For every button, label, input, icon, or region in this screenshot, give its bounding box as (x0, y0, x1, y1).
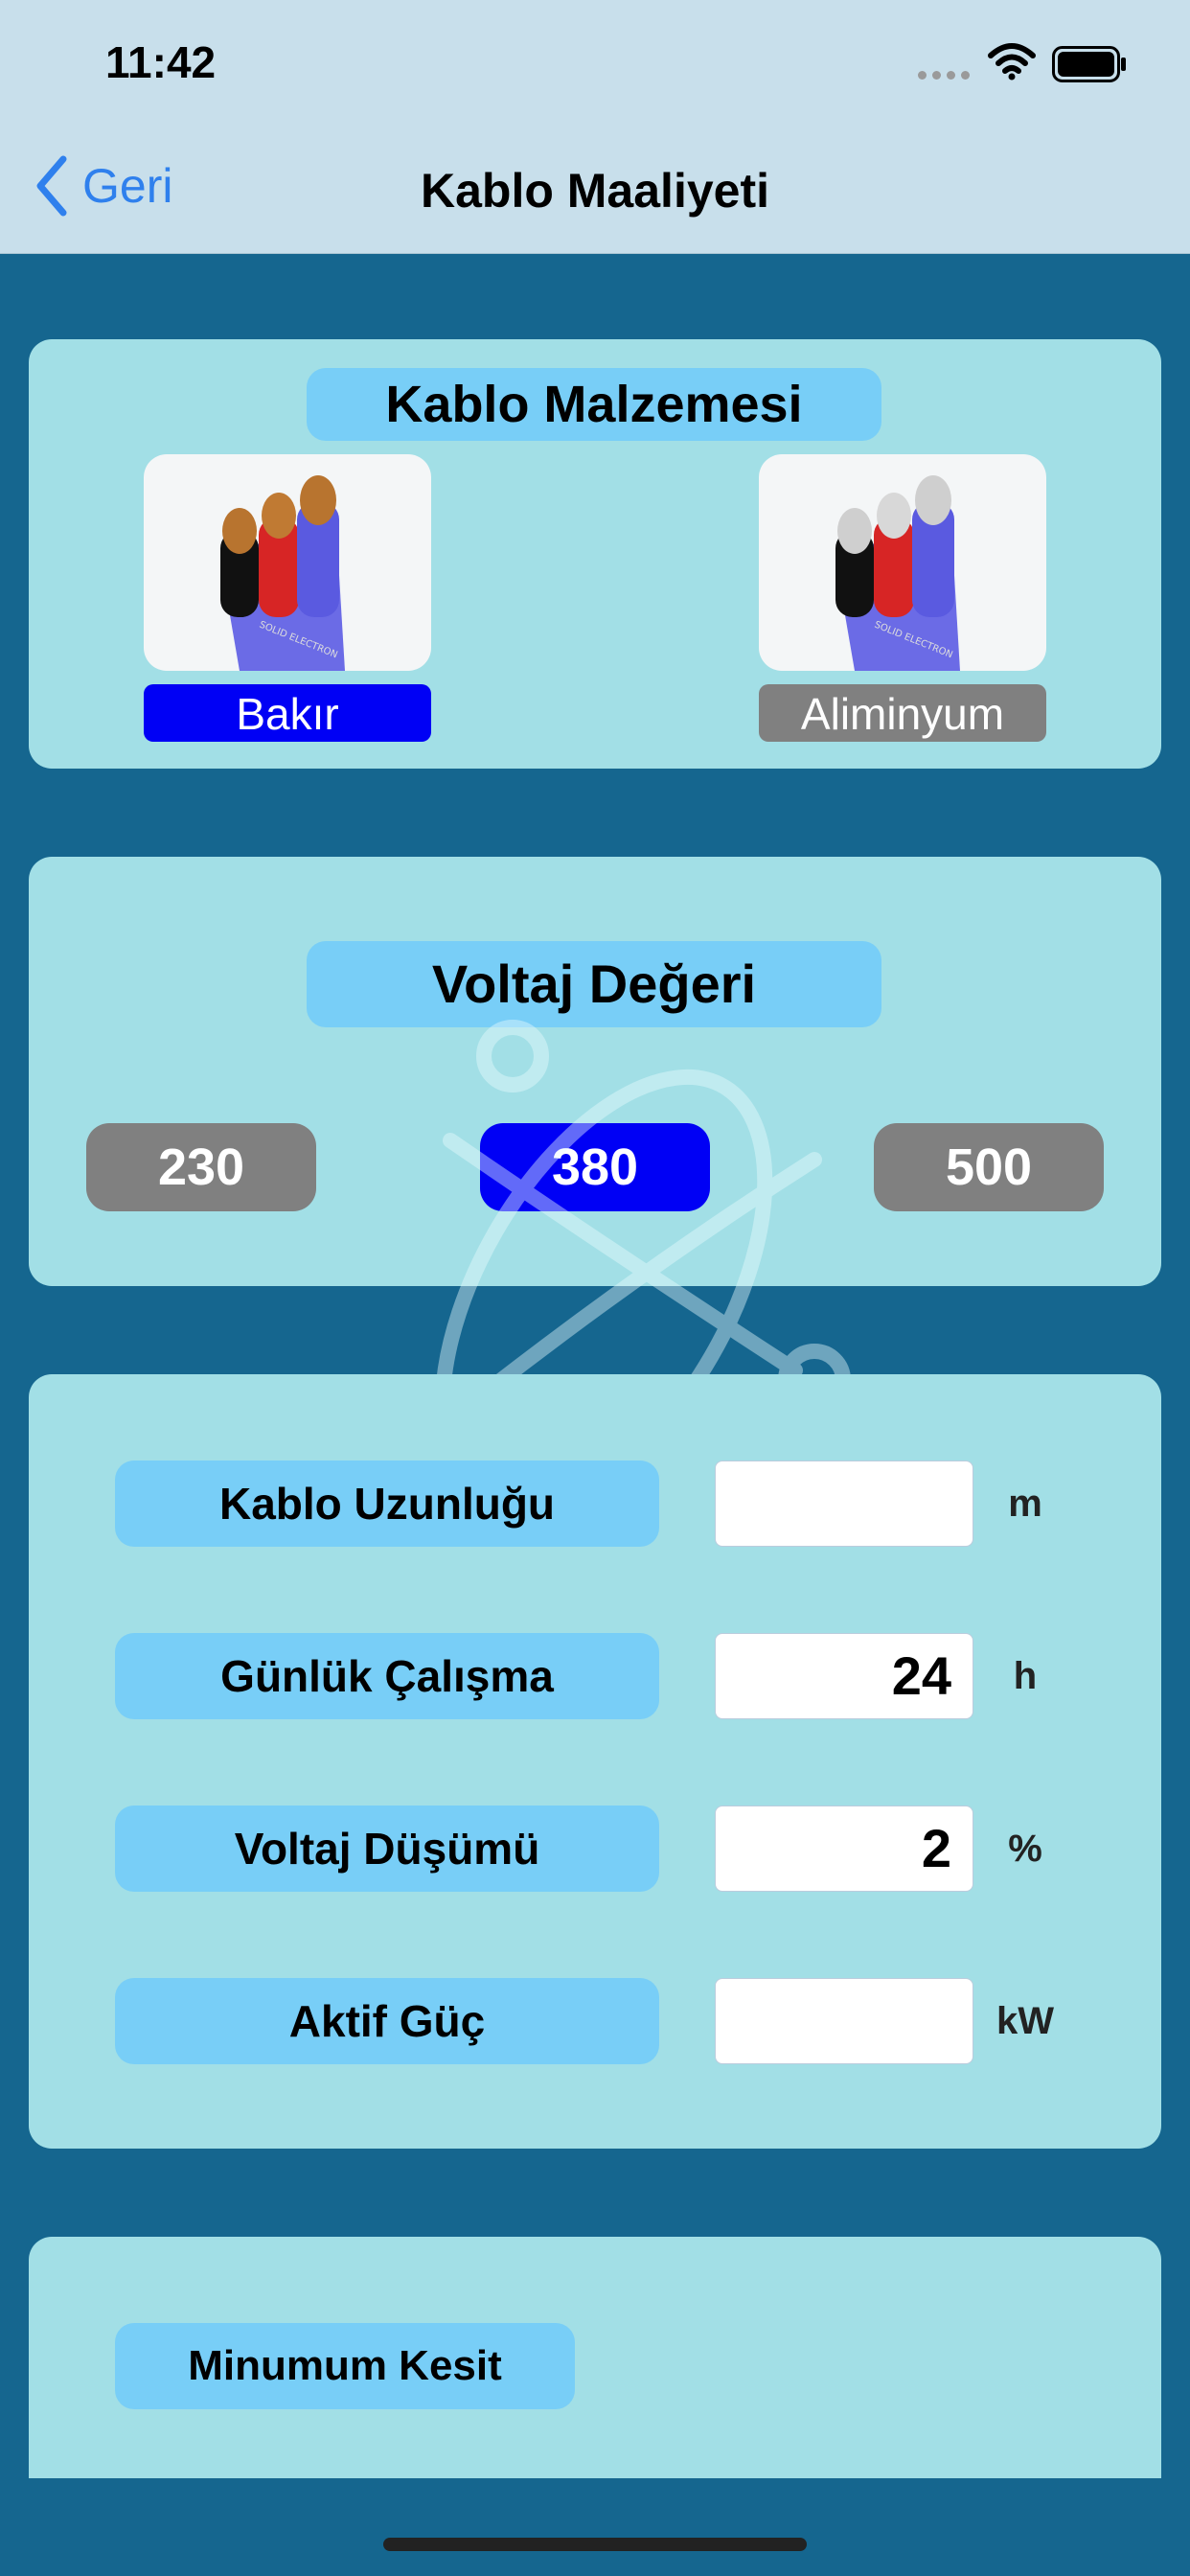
voltage-drop-field[interactable]: 2 (715, 1806, 973, 1892)
back-button-label: Geri (82, 159, 173, 213)
material-title: Kablo Malzemesi (307, 368, 881, 441)
inputs-card: Kablo Uzunluğu m Günlük Çalışma 24 h Vol… (29, 1374, 1161, 2149)
input-label-daily-operation: Günlük Çalışma (115, 1633, 659, 1719)
material-card: Kablo Malzemesi SOLID ELECTRON Bakır SOL… (29, 339, 1161, 769)
input-label-active-power: Aktif Güç (115, 1978, 659, 2064)
copper-cable-image: SOLID ELECTRON (144, 454, 431, 671)
home-indicator (383, 2538, 807, 2551)
unit-h: h (1013, 1655, 1038, 1697)
voltage-230-button[interactable]: 230 (86, 1123, 316, 1211)
aluminium-cable-image: SOLID ELECTRON (759, 454, 1046, 671)
aluminium-label: Aliminyum (759, 684, 1046, 742)
minimum-section-label: Minumum Kesit (115, 2323, 575, 2409)
status-time: 11:42 (105, 37, 217, 87)
unit-kw: kW (996, 2000, 1054, 2042)
back-button[interactable]: Geri (34, 155, 172, 217)
unit-m: m (1008, 1483, 1042, 1525)
result-card: Minumum Kesit (29, 2237, 1161, 2478)
page-title: Kablo Maaliyeti (421, 164, 769, 218)
material-option-aluminium[interactable]: SOLID ELECTRON Aliminyum (759, 454, 1046, 742)
copper-label: Bakır (144, 684, 431, 742)
chevron-left-icon (36, 155, 67, 217)
cellular-signal-icon (918, 71, 970, 80)
navigation-bar: Kablo Maaliyeti Geri (0, 125, 1190, 254)
unit-percent: % (1008, 1828, 1042, 1870)
input-label-voltage-drop: Voltaj Düşümü (115, 1806, 659, 1892)
wifi-icon (988, 43, 1036, 80)
material-option-copper[interactable]: SOLID ELECTRON Bakır (144, 454, 431, 742)
status-bar: 11:42 (0, 0, 1190, 125)
cable-length-field[interactable] (715, 1460, 973, 1547)
input-label-cable-length: Kablo Uzunluğu (115, 1460, 659, 1547)
active-power-field[interactable] (715, 1978, 973, 2064)
battery-icon (1052, 46, 1126, 82)
daily-operation-field[interactable]: 24 (715, 1633, 973, 1719)
